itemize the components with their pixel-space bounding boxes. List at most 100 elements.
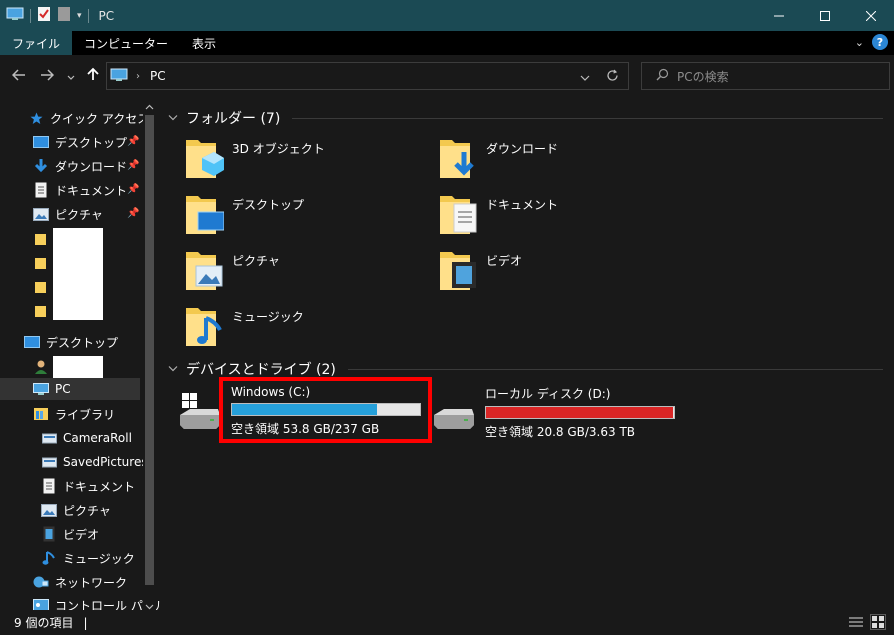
scrollbar-thumb[interactable]: [145, 115, 154, 585]
download-icon: [33, 158, 49, 174]
breadcrumb-chevron-icon[interactable]: ›: [136, 71, 140, 82]
drive-name: ローカル ディスク (D:): [485, 387, 611, 401]
customize-toolbar-icon[interactable]: ▾: [77, 11, 82, 21]
downloads-folder-icon: [440, 136, 478, 180]
sidebar-item-pictures-pinned[interactable]: ピクチャ: [33, 203, 103, 225]
sidebar-item-quick-access[interactable]: クイック アクセス: [28, 107, 149, 129]
3d-objects-icon: [186, 136, 224, 180]
videos-folder-icon: [440, 248, 478, 292]
sidebar-item-label: ドキュメント: [63, 479, 136, 494]
folder-icon: [33, 303, 49, 319]
view-toggle: [848, 614, 886, 630]
sidebar-item-desktop-pinned[interactable]: デスクトップ: [33, 131, 127, 153]
maximize-button[interactable]: [802, 0, 848, 31]
pc-icon: [33, 381, 49, 397]
window-controls: [756, 0, 894, 31]
sidebar-item-library-videos[interactable]: ビデオ: [41, 523, 99, 545]
library-icon: [41, 430, 57, 446]
picture-icon: [33, 206, 49, 222]
new-folder-icon[interactable]: [57, 6, 71, 25]
tab-view[interactable]: 表示: [180, 31, 228, 55]
drive-free-space: 空き領域 20.8 GB/3.63 TB: [485, 425, 636, 439]
up-button[interactable]: [87, 67, 99, 85]
documents-folder-icon: [440, 192, 478, 236]
sidebar-item-desktop[interactable]: デスクトップ: [24, 331, 118, 353]
pin-icon[interactable]: 📌: [127, 160, 139, 171]
close-button[interactable]: [848, 0, 894, 31]
redacted-area: [53, 228, 103, 320]
sidebar-item-label: ピクチャ: [63, 503, 111, 518]
sidebar-item-user[interactable]: [33, 356, 55, 378]
scroll-up-icon[interactable]: [145, 100, 154, 114]
sidebar-item-pc[interactable]: PC: [0, 378, 140, 400]
tab-file[interactable]: ファイル: [0, 31, 73, 55]
sidebar-item-savedpictures[interactable]: SavedPictures: [41, 451, 148, 473]
sidebar-item-documents-pinned[interactable]: ドキュメント: [33, 179, 127, 201]
sidebar-item-label: デスクトップ: [46, 335, 119, 350]
search-input[interactable]: PCの検索: [641, 62, 890, 90]
drive-d[interactable]: ローカル ディスク (D:) 空き領域 20.8 GB/3.63 TB: [434, 385, 675, 440]
refresh-icon[interactable]: [606, 69, 619, 85]
sidebar-item-cameraroll[interactable]: CameraRoll: [41, 427, 132, 449]
folder-pictures[interactable]: ピクチャ: [186, 248, 280, 292]
pin-icon[interactable]: 📌: [127, 136, 139, 147]
folder-desktop[interactable]: デスクトップ: [186, 192, 304, 236]
sidebar-item-redacted-folder[interactable]: [33, 252, 55, 274]
network-icon: [33, 574, 49, 590]
sidebar-item-label: クイック アクセス: [50, 111, 150, 126]
help-button[interactable]: ?: [872, 34, 888, 50]
sidebar-item-redacted-folder[interactable]: [33, 276, 55, 298]
windows-drive-icon: [180, 393, 220, 437]
collapse-chevron-icon[interactable]: [168, 113, 178, 124]
back-button[interactable]: [11, 67, 26, 85]
sidebar-item-label: SavedPictures: [63, 455, 148, 469]
quick-access-toolbar: ▾ PC: [0, 0, 114, 31]
address-dropdown-icon[interactable]: [580, 71, 590, 85]
sidebar-item-redacted-folder[interactable]: [33, 228, 55, 250]
window-title: PC: [98, 8, 115, 23]
sidebar-item-library-music[interactable]: ミュージック: [41, 547, 135, 569]
group-divider: [347, 368, 883, 370]
properties-icon[interactable]: [37, 6, 51, 25]
sidebar-scrollbar[interactable]: [143, 97, 156, 610]
sidebar-item-downloads-pinned[interactable]: ダウンロード: [33, 155, 127, 177]
pin-icon[interactable]: 📌: [127, 208, 139, 219]
sidebar-item-library-pictures[interactable]: ピクチャ: [41, 499, 111, 521]
address-bar[interactable]: › PC: [106, 62, 629, 90]
search-placeholder: PCの検索: [677, 69, 729, 84]
folders-group-header[interactable]: フォルダー (7): [168, 108, 883, 128]
sidebar-item-library[interactable]: ライブラリ: [33, 403, 115, 425]
pin-icon[interactable]: 📌: [127, 184, 139, 195]
expand-ribbon-icon[interactable]: ⌄: [855, 36, 864, 49]
music-icon: [41, 550, 57, 566]
folder-label: ビデオ: [486, 254, 523, 268]
tab-computer[interactable]: コンピューター: [72, 31, 180, 55]
sidebar-item-redacted-folder[interactable]: [33, 300, 55, 322]
folder-music[interactable]: ミュージック: [186, 304, 304, 348]
folder-videos[interactable]: ビデオ: [440, 248, 522, 292]
search-icon: [656, 68, 669, 84]
tiles-view-icon[interactable]: [870, 614, 886, 630]
music-folder-icon: [186, 304, 224, 348]
drive-info: ローカル ディスク (D:) 空き領域 20.8 GB/3.63 TB: [485, 385, 675, 440]
sidebar-item-library-documents[interactable]: ドキュメント: [41, 475, 135, 497]
folder-downloads[interactable]: ダウンロード: [440, 136, 558, 180]
recent-locations-chevron-icon[interactable]: [67, 68, 75, 86]
drives-group-header[interactable]: デバイスとドライブ (2): [168, 359, 883, 379]
folder-label: ドキュメント: [486, 198, 559, 212]
desktop-icon: [24, 334, 40, 350]
folder-3d-objects[interactable]: 3D オブジェクト: [186, 136, 325, 180]
minimize-button[interactable]: [756, 0, 802, 31]
details-view-icon[interactable]: [848, 614, 864, 630]
item-count: 9 個の項目: [14, 616, 74, 630]
pc-icon: [110, 68, 128, 85]
folder-label: ダウンロード: [486, 142, 559, 156]
sidebar-item-network[interactable]: ネットワーク: [33, 571, 127, 593]
folder-documents[interactable]: ドキュメント: [440, 192, 558, 236]
forward-button[interactable]: [40, 67, 55, 85]
sidebar-item-label: ピクチャ: [55, 207, 103, 222]
collapse-chevron-icon[interactable]: [168, 364, 178, 375]
group-divider: [292, 117, 883, 119]
breadcrumb[interactable]: PC: [150, 69, 166, 83]
redacted-area: [53, 356, 103, 378]
